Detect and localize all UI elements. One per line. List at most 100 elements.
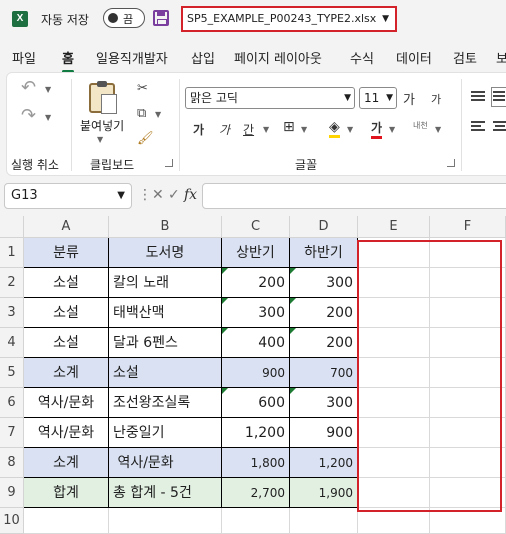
- format-painter-icon[interactable]: 🖌: [137, 131, 154, 146]
- cell-c5[interactable]: 900: [222, 358, 290, 388]
- cell-d7[interactable]: 900: [290, 418, 358, 448]
- cell-b4[interactable]: 달과 6펜스: [109, 328, 222, 358]
- tab-file[interactable]: 파일: [12, 48, 36, 67]
- tab-insert[interactable]: 삽입: [191, 48, 215, 67]
- row-header[interactable]: 4: [0, 328, 24, 358]
- chevron-down-icon[interactable]: ▼: [155, 110, 161, 119]
- name-box[interactable]: G13 ▼: [4, 183, 132, 209]
- cell-b5[interactable]: 소설: [109, 358, 222, 388]
- tab-data[interactable]: 데이터: [396, 48, 432, 67]
- font-name-select[interactable]: 맑은 고딕 ▼: [185, 87, 355, 109]
- row-header[interactable]: 9: [0, 478, 24, 508]
- chevron-down-icon[interactable]: ▼: [389, 125, 395, 134]
- border-icon[interactable]: ⊞: [283, 119, 295, 135]
- column-header-f[interactable]: F: [430, 216, 506, 238]
- phonetic-guide-button[interactable]: 내천: [413, 120, 428, 131]
- redo-icon[interactable]: ↷: [21, 105, 36, 126]
- tab-home[interactable]: 홈: [62, 48, 74, 73]
- cell-d5[interactable]: 700: [290, 358, 358, 388]
- cell-c3[interactable]: 300: [222, 298, 290, 328]
- cell-c6[interactable]: 600: [222, 388, 290, 418]
- cancel-icon[interactable]: ✕: [152, 187, 164, 203]
- cell-c8[interactable]: 1,800: [222, 448, 290, 478]
- undo-icon[interactable]: ↶: [21, 77, 36, 98]
- grow-font-button[interactable]: 가: [403, 89, 415, 108]
- cell-a8[interactable]: 소계: [24, 448, 109, 478]
- cell-a5[interactable]: 소계: [24, 358, 109, 388]
- cell-d8[interactable]: 1,200: [290, 448, 358, 478]
- align-top-icon[interactable]: [471, 91, 485, 103]
- row-header[interactable]: 8: [0, 448, 24, 478]
- cell-d2[interactable]: 300: [290, 268, 358, 298]
- chevron-down-icon[interactable]: ▼: [45, 113, 51, 122]
- cell-c4[interactable]: 400: [222, 328, 290, 358]
- tab-page-layout[interactable]: 페이지 레이아웃: [234, 48, 322, 67]
- cell-c7[interactable]: 1,200: [222, 418, 290, 448]
- function-icon[interactable]: fx: [184, 187, 197, 203]
- cell-a10[interactable]: [24, 508, 109, 534]
- chevron-down-icon[interactable]: ▼: [301, 125, 307, 134]
- fill-color-icon[interactable]: ◈: [329, 119, 340, 138]
- row-header[interactable]: 6: [0, 388, 24, 418]
- cell-a3[interactable]: 소설: [24, 298, 109, 328]
- cell-a7[interactable]: 역사/문화: [24, 418, 109, 448]
- column-header-c[interactable]: C: [222, 216, 290, 238]
- select-all-corner[interactable]: [0, 216, 24, 238]
- tab-developer[interactable]: 일용직개발자: [96, 48, 168, 67]
- cell-d9[interactable]: 1,900: [290, 478, 358, 508]
- align-center-icon[interactable]: [493, 121, 506, 133]
- more-options-icon[interactable]: ⋮: [138, 187, 152, 203]
- tab-review[interactable]: 검토: [453, 48, 477, 67]
- italic-button[interactable]: 가: [219, 121, 230, 138]
- cell-c10[interactable]: [222, 508, 290, 534]
- align-middle-icon[interactable]: [491, 87, 506, 107]
- cell-c1[interactable]: 상반기: [222, 238, 290, 268]
- row-header[interactable]: 10: [0, 508, 24, 534]
- cell-d10[interactable]: [290, 508, 358, 534]
- cell-d3[interactable]: 200: [290, 298, 358, 328]
- row-header[interactable]: 7: [0, 418, 24, 448]
- align-left-icon[interactable]: [471, 121, 485, 133]
- cell-c2[interactable]: 200: [222, 268, 290, 298]
- font-launcher-icon[interactable]: [447, 159, 455, 167]
- chevron-down-icon[interactable]: ▼: [263, 125, 269, 134]
- cell-a1[interactable]: 분류: [24, 238, 109, 268]
- cell-a9[interactable]: 합계: [24, 478, 109, 508]
- cell-a6[interactable]: 역사/문화: [24, 388, 109, 418]
- chevron-down-icon[interactable]: ▼: [97, 135, 103, 144]
- column-header-d[interactable]: D: [290, 216, 358, 238]
- row-header[interactable]: 2: [0, 268, 24, 298]
- column-header-e[interactable]: E: [358, 216, 430, 238]
- chevron-down-icon[interactable]: ▼: [45, 85, 51, 94]
- save-icon[interactable]: [153, 10, 169, 26]
- cell-b10[interactable]: [109, 508, 222, 534]
- formula-input[interactable]: [202, 183, 506, 209]
- cell-b8[interactable]: 역사/문화: [109, 448, 222, 478]
- cell-a4[interactable]: 소설: [24, 328, 109, 358]
- cell-d1[interactable]: 하반기: [290, 238, 358, 268]
- chevron-down-icon[interactable]: ▼: [435, 125, 441, 134]
- bold-button[interactable]: 가: [193, 121, 204, 138]
- underline-button[interactable]: 간: [243, 121, 254, 138]
- row-header[interactable]: 3: [0, 298, 24, 328]
- cut-icon[interactable]: ✂: [137, 81, 148, 96]
- cell-a2[interactable]: 소설: [24, 268, 109, 298]
- paste-icon[interactable]: [89, 81, 117, 114]
- chevron-down-icon[interactable]: ▼: [347, 125, 353, 134]
- column-header-b[interactable]: B: [109, 216, 222, 238]
- tab-view[interactable]: 보: [496, 48, 506, 67]
- cell-b2[interactable]: 칼의 노래: [109, 268, 222, 298]
- font-color-button[interactable]: 가: [371, 119, 383, 139]
- copy-icon[interactable]: ⧉: [137, 106, 146, 121]
- cell-b6[interactable]: 조선왕조실록: [109, 388, 222, 418]
- filename-dropdown[interactable]: SP5_EXAMPLE_P00243_TYPE2.xlsx ▼: [181, 6, 397, 32]
- cell-d4[interactable]: 200: [290, 328, 358, 358]
- cell-c9[interactable]: 2,700: [222, 478, 290, 508]
- paste-button[interactable]: 붙여넣기: [80, 117, 124, 134]
- cell-b3[interactable]: 태백산맥: [109, 298, 222, 328]
- row-header[interactable]: 5: [0, 358, 24, 388]
- tab-formulas[interactable]: 수식: [350, 48, 374, 67]
- font-size-select[interactable]: 11 ▼: [359, 87, 397, 109]
- cell-b9[interactable]: 총 합계 - 5건: [109, 478, 222, 508]
- enter-icon[interactable]: ✓: [168, 187, 180, 203]
